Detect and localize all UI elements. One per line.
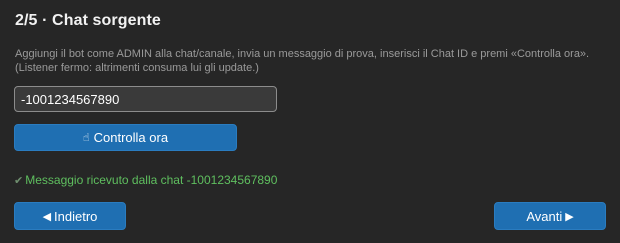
checkmark-icon: ✔: [14, 174, 24, 187]
hand-pointer-icon: ☝: [82, 132, 90, 144]
chat-id-input[interactable]: [14, 86, 277, 112]
check-now-label: Controlla ora: [93, 130, 169, 145]
instructions-line-2: (Listener fermo: altrimenti consuma lui …: [15, 62, 259, 74]
instructions-text: Aggiungi il bot come ADMIN alla chat/can…: [15, 47, 615, 75]
status-text: Messaggio ricevuto dalla chat -100123456…: [25, 173, 278, 187]
arrow-left-icon: ◀: [42, 210, 52, 223]
back-button[interactable]: ◀ Indietro: [14, 202, 126, 230]
step-title: 2/5 · Chat sorgente: [15, 12, 161, 29]
arrow-right-icon: ▶: [565, 210, 574, 223]
next-label: Avanti: [526, 208, 563, 224]
next-button[interactable]: Avanti ▶: [494, 202, 606, 230]
back-label: Indietro: [54, 208, 98, 224]
instructions-line-1: Aggiungi il bot come ADMIN alla chat/can…: [15, 48, 590, 60]
status-message: ✔ Messaggio ricevuto dalla chat -1001234…: [14, 173, 277, 187]
check-now-button[interactable]: ☝ Controlla ora: [14, 124, 237, 151]
